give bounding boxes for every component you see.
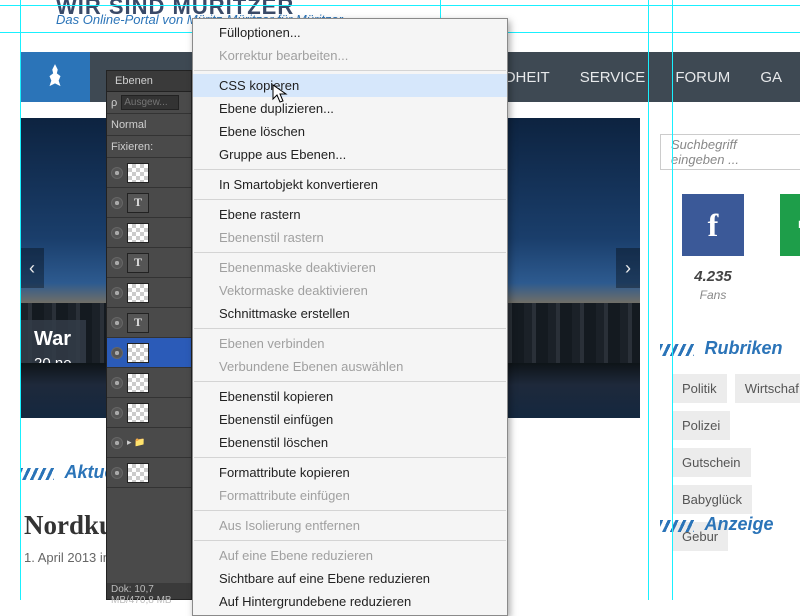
stripe-decoration: [660, 520, 694, 532]
menu-separator: [194, 510, 506, 511]
section-heading: Anzeige: [704, 514, 773, 534]
tag[interactable]: Gutschein: [672, 448, 751, 477]
menu-separator: [194, 381, 506, 382]
visibility-icon[interactable]: [111, 287, 123, 299]
layer-row[interactable]: [107, 278, 191, 308]
social-button-2[interactable]: ✚: [780, 194, 800, 256]
layer-row[interactable]: [107, 458, 191, 488]
layer-row[interactable]: [107, 218, 191, 248]
hero-caption-title: War: [34, 328, 72, 351]
layer-row[interactable]: T: [107, 248, 191, 278]
menu-item[interactable]: Ebene rastern: [193, 203, 507, 226]
menu-item: Ebenen verbinden: [193, 332, 507, 355]
menu-separator: [194, 169, 506, 170]
visibility-icon[interactable]: [111, 407, 123, 419]
menu-item: Auf eine Ebene reduzieren: [193, 544, 507, 567]
menu-item[interactable]: Gruppe aus Ebenen...: [193, 143, 507, 166]
nav-item[interactable]: FORUM: [675, 69, 730, 86]
tag[interactable]: Polizei: [672, 411, 730, 440]
menu-item[interactable]: Ebene duplizieren...: [193, 97, 507, 120]
visibility-icon[interactable]: [111, 317, 123, 329]
menu-separator: [194, 199, 506, 200]
visibility-icon[interactable]: [111, 197, 123, 209]
nav-item[interactable]: SERVICE: [580, 69, 646, 86]
section-anzeige: Anzeige: [660, 514, 773, 535]
hero-caption: War 20 ne: [20, 320, 86, 382]
layer-row-selected[interactable]: [107, 338, 191, 368]
layer-row[interactable]: [107, 158, 191, 188]
menu-item: Korrektur bearbeiten...: [193, 44, 507, 67]
layer-row[interactable]: T: [107, 308, 191, 338]
fb-label: Fans: [682, 288, 744, 302]
hero-caption-sub: 20 ne: [34, 355, 72, 372]
site-logo[interactable]: [20, 52, 90, 102]
menu-item: Verbundene Ebenen auswählen: [193, 355, 507, 378]
stripe-decoration: [660, 344, 694, 356]
menu-item[interactable]: Formattribute kopieren: [193, 461, 507, 484]
layer-search-input[interactable]: [121, 95, 179, 110]
menu-item[interactable]: Ebenenstil löschen: [193, 431, 507, 454]
lock-label: Fixieren:: [111, 141, 153, 153]
menu-item: Ebenenstil rastern: [193, 226, 507, 249]
g-label: Mit: [780, 288, 800, 302]
menu-separator: [194, 70, 506, 71]
slider-next-button[interactable]: ›: [616, 248, 640, 288]
menu-separator: [194, 252, 506, 253]
menu-item: Vektormaske deaktivieren: [193, 279, 507, 302]
menu-item[interactable]: Schnittmaske erstellen: [193, 302, 507, 325]
visibility-icon[interactable]: [111, 257, 123, 269]
menu-item[interactable]: Ebenenstil einfügen: [193, 408, 507, 431]
menu-item[interactable]: Ebenenstil kopieren: [193, 385, 507, 408]
layer-row[interactable]: [107, 368, 191, 398]
doc-status: Dok: 10,7 MB/470,8 MB: [107, 583, 191, 599]
slider-prev-button[interactable]: ‹: [20, 248, 44, 288]
layer-row[interactable]: [107, 398, 191, 428]
tag[interactable]: Wirtschaf: [735, 374, 800, 403]
layer-context-menu[interactable]: Fülloptionen...Korrektur bearbeiten... CS…: [192, 18, 508, 616]
visibility-icon[interactable]: [111, 227, 123, 239]
layers-panel[interactable]: Ebenen ρ Normal Fixieren: T T T ▸ 📁 Dok:…: [106, 70, 192, 600]
visibility-icon[interactable]: [111, 377, 123, 389]
menu-separator: [194, 328, 506, 329]
visibility-icon[interactable]: [111, 167, 123, 179]
visibility-icon[interactable]: [111, 437, 123, 449]
fb-count: 4.235: [682, 268, 744, 285]
menu-item[interactable]: Sichtbare auf eine Ebene reduzieren: [193, 567, 507, 590]
tag[interactable]: Politik: [672, 374, 727, 403]
menu-item: Ebenenmaske deaktivieren: [193, 256, 507, 279]
layer-row[interactable]: ▸ 📁: [107, 428, 191, 458]
g-count: 1: [780, 268, 800, 285]
goat-icon: [44, 62, 66, 92]
blend-mode-select[interactable]: Normal: [111, 119, 146, 131]
menu-item[interactable]: Ebene löschen: [193, 120, 507, 143]
menu-item: Formattribute einfügen: [193, 484, 507, 507]
menu-separator: [194, 457, 506, 458]
tag[interactable]: Babyglück: [672, 485, 752, 514]
menu-item[interactable]: CSS kopieren: [193, 74, 507, 97]
panel-tab-layers[interactable]: Ebenen: [107, 71, 191, 92]
section-rubriken: Rubriken: [660, 338, 782, 359]
layer-row[interactable]: T: [107, 188, 191, 218]
section-heading: Rubriken: [704, 338, 782, 358]
menu-item[interactable]: Fülloptionen...: [193, 21, 507, 44]
visibility-icon[interactable]: [111, 347, 123, 359]
menu-item: Aus Isolierung entfernen: [193, 514, 507, 537]
facebook-button[interactable]: f: [682, 194, 744, 256]
menu-item[interactable]: In Smartobjekt konvertieren: [193, 173, 507, 196]
nav-item[interactable]: GA: [760, 69, 782, 86]
menu-separator: [194, 540, 506, 541]
search-input[interactable]: Suchbegriff eingeben ...: [660, 134, 800, 170]
stripe-decoration: [20, 468, 54, 480]
menu-item[interactable]: Auf Hintergrundebene reduzieren: [193, 590, 507, 613]
visibility-icon[interactable]: [111, 467, 123, 479]
